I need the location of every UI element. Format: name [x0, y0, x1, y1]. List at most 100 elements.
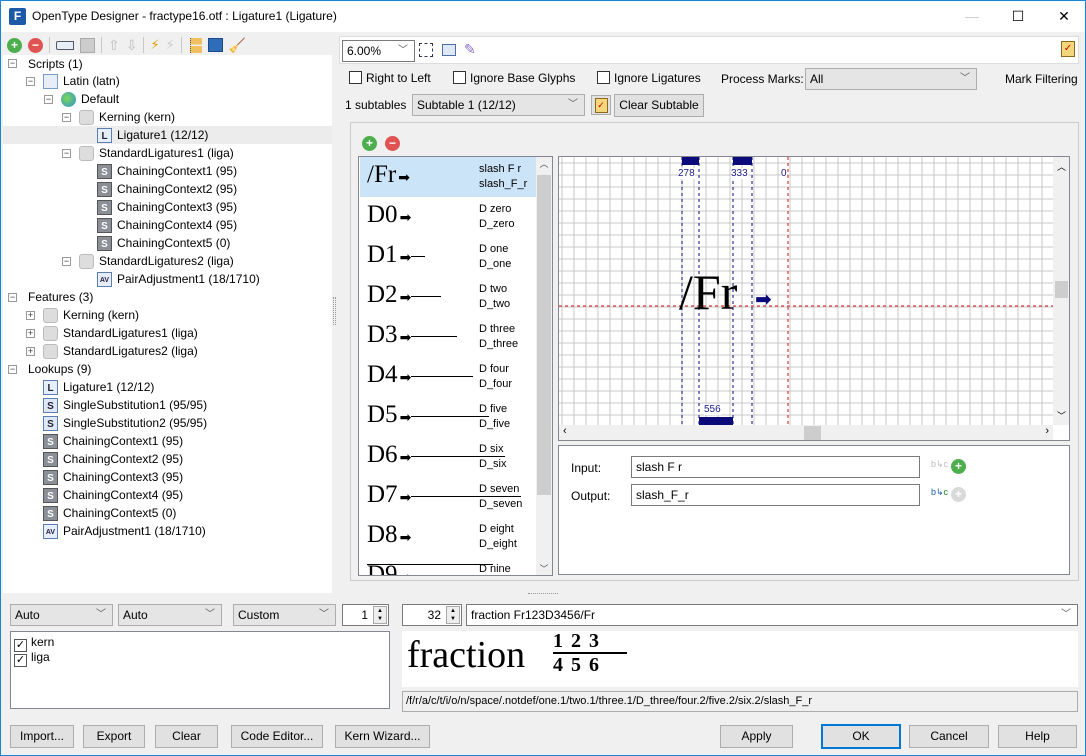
scroll-up-icon[interactable]: ︿ [536, 157, 552, 170]
collapse-icon[interactable]: − [8, 365, 17, 374]
tree-lookup[interactable]: S SingleSubstitution2 (95/95) [43, 414, 207, 432]
tree-stdlig1[interactable]: StandardLigatures1 (liga) [79, 144, 234, 162]
ligature-row[interactable]: D0 ➡ D zero D_zero [360, 197, 537, 237]
font-size-spinner[interactable]: 32 ▲ ▼ [402, 604, 462, 626]
tree-lookup[interactable]: S ChainingContext4 (95) [43, 486, 183, 504]
collapse-icon[interactable]: − [62, 149, 71, 158]
add-output-icon[interactable]: + [951, 487, 966, 502]
export-button[interactable]: Export [83, 725, 145, 748]
scroll-thumb[interactable] [1055, 281, 1068, 298]
scroll-up-icon[interactable]: ︿ [1053, 160, 1069, 173]
collapse-icon[interactable]: − [26, 77, 35, 86]
add-ligature-icon[interactable]: + [362, 136, 377, 151]
add-input-icon[interactable]: + [951, 459, 966, 474]
ligature-row[interactable]: D8 ➡ D eight D_eight [360, 517, 537, 565]
ligature-row[interactable]: /Fr ➡ slash F r slash_F_r [360, 157, 537, 197]
language-select[interactable]: Auto ﹀ [118, 604, 222, 626]
kern-wizard-button[interactable]: Kern Wizard... [335, 725, 430, 748]
tree-feature[interactable]: StandardLigatures2 (liga) [43, 342, 198, 360]
tree-chaining[interactable]: S ChainingContext2 (95) [97, 180, 237, 198]
collapse-icon[interactable]: − [62, 257, 71, 266]
tree-lookup[interactable]: S ChainingContext2 (95) [43, 450, 183, 468]
tree-lookups[interactable]: Lookups (9) [28, 360, 91, 378]
scroll-down-icon[interactable]: ﹀ [1053, 409, 1069, 422]
tree-feature[interactable]: StandardLigatures1 (liga) [43, 324, 198, 342]
ligature-list[interactable]: /Fr ➡ slash F r slash_F_r D0 ➡ D zero D_zero D1 ➡… [358, 156, 553, 576]
canvas-hscroll[interactable]: ‹ › [559, 425, 1053, 440]
ligature-row[interactable]: D7 ➡ D seven D_seven [360, 477, 537, 517]
feature-liga[interactable]: ✓ liga [14, 650, 50, 667]
script-select[interactable]: Auto ﹀ [10, 604, 113, 626]
collapse-icon[interactable]: − [8, 293, 17, 302]
output-field[interactable]: slash_F_r [631, 484, 920, 506]
collapse-icon[interactable]: − [44, 95, 53, 104]
tag-icon[interactable] [56, 40, 74, 50]
collapse-icon[interactable]: − [62, 113, 71, 122]
splitter-handle[interactable] [528, 593, 558, 596]
tree-lookup[interactable]: S ChainingContext1 (95) [43, 432, 183, 450]
spinner-arrows-icon[interactable]: ▲ ▼ [446, 606, 460, 624]
remove-ligature-icon[interactable]: − [385, 136, 400, 151]
apply-button[interactable]: Apply [720, 725, 793, 748]
tree-chaining[interactable]: S ChainingContext1 (95) [97, 162, 237, 180]
ligature-row[interactable]: D5 ➡ D five D_five [360, 397, 537, 437]
ignore-base-checkbox[interactable]: Ignore Base Glyphs [453, 71, 575, 85]
move-up-icon[interactable]: ⇧ [108, 37, 120, 54]
lightning-tag-icon[interactable]: ⚡ [150, 37, 159, 53]
ok-button[interactable]: OK [821, 724, 901, 749]
expand-icon[interactable]: + [26, 347, 35, 356]
clipboard-button[interactable]: ✓ [591, 95, 611, 115]
tree-chaining[interactable]: S ChainingContext5 (0) [97, 234, 230, 252]
input-field[interactable]: slash F r [631, 456, 920, 478]
glyph-path-field[interactable]: /f/r/a/c/t/i/o/n/space/.notdef/one.1/two… [402, 691, 1078, 712]
add-icon[interactable]: + [7, 37, 22, 53]
ligature-row[interactable]: D9➡ D nine [360, 557, 537, 575]
glyph-canvas[interactable]: /Fr ➡ 278 333 0 556 ︿ ﹀ ‹ › [558, 156, 1070, 441]
tree-stdlig2[interactable]: StandardLigatures2 (liga) [79, 252, 234, 270]
tree-kerning[interactable]: Kerning (kern) [79, 108, 175, 126]
ligature-row[interactable]: D6 ➡ D six D_six [360, 437, 537, 477]
list-scrollbar[interactable]: ︿ ﹀ [536, 157, 552, 575]
remove-icon[interactable]: − [28, 37, 43, 53]
scroll-thumb[interactable] [537, 175, 551, 495]
ligature-row[interactable]: D1 ➡ D one D_one [360, 237, 537, 277]
window-icon[interactable] [207, 38, 223, 52]
glyph-picker-icon[interactable]: b↳c [931, 487, 948, 498]
scroll-down-icon[interactable]: ﹀ [536, 562, 552, 575]
tree-lookup[interactable]: L Ligature1 (12/12) [43, 378, 154, 396]
move-down-icon[interactable]: ⇩ [126, 37, 138, 54]
ignore-ligatures-checkbox[interactable]: Ignore Ligatures [597, 71, 701, 85]
ligature-row[interactable]: D2 ➡ D two D_two [360, 277, 537, 317]
tree-pair[interactable]: AV PairAdjustment1 (18/1710) [97, 270, 260, 288]
maximize-button[interactable]: ☐ [995, 1, 1041, 32]
code-editor-button[interactable]: Code Editor... [231, 725, 323, 748]
tree-default[interactable]: Default [61, 90, 119, 108]
splitter-handle[interactable] [333, 297, 336, 325]
tree-features[interactable]: Features (3) [28, 288, 93, 306]
tree-ligature1[interactable]: L Ligature1 (12/12) [3, 126, 332, 144]
help-button[interactable]: Help [998, 725, 1077, 748]
tree-lookup[interactable]: AV PairAdjustment1 (18/1710) [43, 522, 206, 540]
tree-lookup[interactable]: S SingleSubstitution1 (95/95) [43, 396, 207, 414]
table-icon[interactable] [442, 44, 456, 56]
process-marks-select[interactable]: All ﹀ [805, 68, 977, 90]
features-mode-select[interactable]: Custom ﹀ [233, 604, 336, 626]
cancel-button[interactable]: Cancel [909, 725, 989, 748]
close-button[interactable]: ✕ [1041, 1, 1086, 32]
ligature-row[interactable]: D3 ➡ D three D_three [360, 317, 537, 357]
tree-scripts[interactable]: Scripts (1) [28, 55, 83, 73]
tree-lookup[interactable]: S ChainingContext5 (0) [43, 504, 176, 522]
clear-subtable-button[interactable]: Clear Subtable [614, 94, 704, 117]
subtable-select[interactable]: Subtable 1 (12/12) ﹀ [412, 94, 585, 116]
glyph-picker-icon[interactable]: b↳c [931, 459, 948, 470]
ligature-row[interactable]: D4 ➡ D four D_four [360, 357, 537, 397]
broom-icon[interactable]: 🧹 [229, 37, 246, 54]
scroll-thumb[interactable] [804, 426, 821, 440]
clear-button[interactable]: Clear [155, 725, 218, 748]
tree-chaining[interactable]: S ChainingContext3 (95) [97, 198, 237, 216]
tree-latin[interactable]: Latin (latn) [43, 72, 120, 90]
xyz-icon[interactable] [80, 37, 95, 53]
preview-text-combo[interactable]: fraction Fr123D3456/Fr ﹀ [466, 604, 1078, 626]
tree-chaining[interactable]: S ChainingContext4 (95) [97, 216, 237, 234]
canvas-vscroll[interactable]: ︿ ﹀ [1053, 157, 1069, 425]
